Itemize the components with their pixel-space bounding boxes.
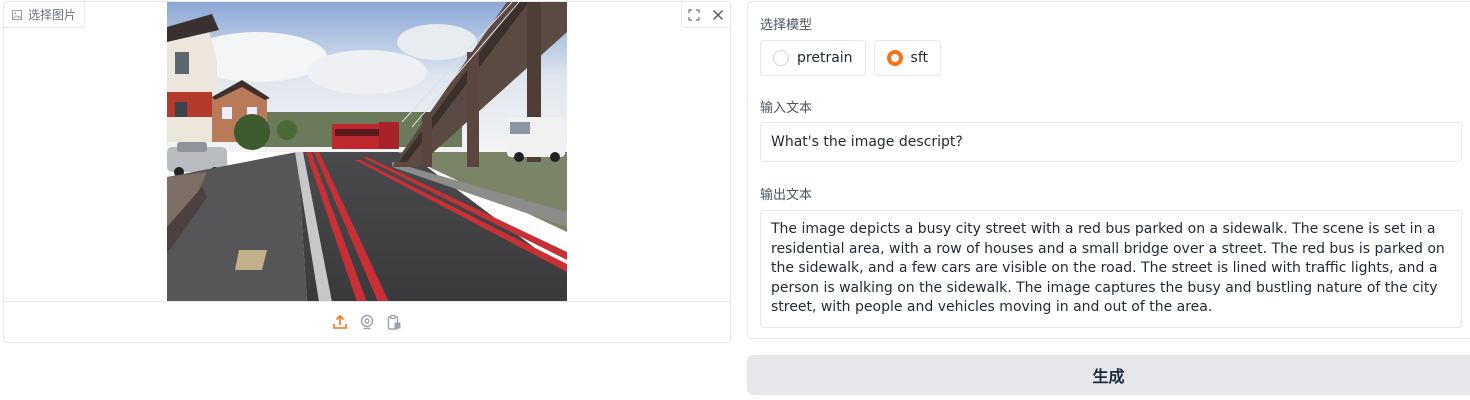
image-block-label: 选择图片 — [4, 2, 86, 28]
radio-pretrain[interactable]: pretrain — [760, 40, 866, 76]
image-source-toolbar — [4, 301, 730, 342]
radio-circle-checked[interactable] — [886, 50, 903, 66]
radio-label: sft — [910, 50, 929, 66]
output-text-label: 输出文本 — [760, 188, 813, 203]
model-radio-group: pretrain sft — [760, 40, 942, 76]
input-textbox[interactable]: What's the image descript? — [760, 122, 1462, 162]
input-text-label: 输入文本 — [760, 101, 813, 116]
image-upload-panel: 选择图片 — [3, 1, 731, 343]
output-textbox[interactable]: The image depicts a busy city street wit… — [760, 210, 1462, 328]
webcam-icon — [360, 314, 374, 330]
fullscreen-button[interactable] — [682, 2, 706, 28]
clipboard-icon — [387, 314, 401, 330]
close-icon — [713, 10, 723, 20]
upload-icon — [333, 314, 347, 329]
radio-circle[interactable] — [773, 50, 789, 66]
uploaded-image — [167, 2, 567, 302]
image-label-text: 选择图片 — [28, 8, 77, 22]
paste-clipboard-button[interactable] — [385, 313, 403, 331]
radio-label: pretrain — [797, 50, 853, 66]
image-corner-controls — [681, 2, 730, 28]
generate-button[interactable]: 生成 — [747, 355, 1470, 395]
webcam-button[interactable] — [358, 313, 376, 331]
form-panel: 选择模型 pretrain sft 输入文本 What's the image … — [747, 1, 1470, 339]
clear-image-button[interactable] — [706, 2, 730, 28]
radio-sft[interactable]: sft — [873, 40, 942, 76]
image-icon — [12, 9, 22, 20]
fullscreen-icon — [688, 9, 700, 21]
upload-button[interactable] — [331, 313, 349, 331]
model-select-label: 选择模型 — [760, 18, 813, 33]
